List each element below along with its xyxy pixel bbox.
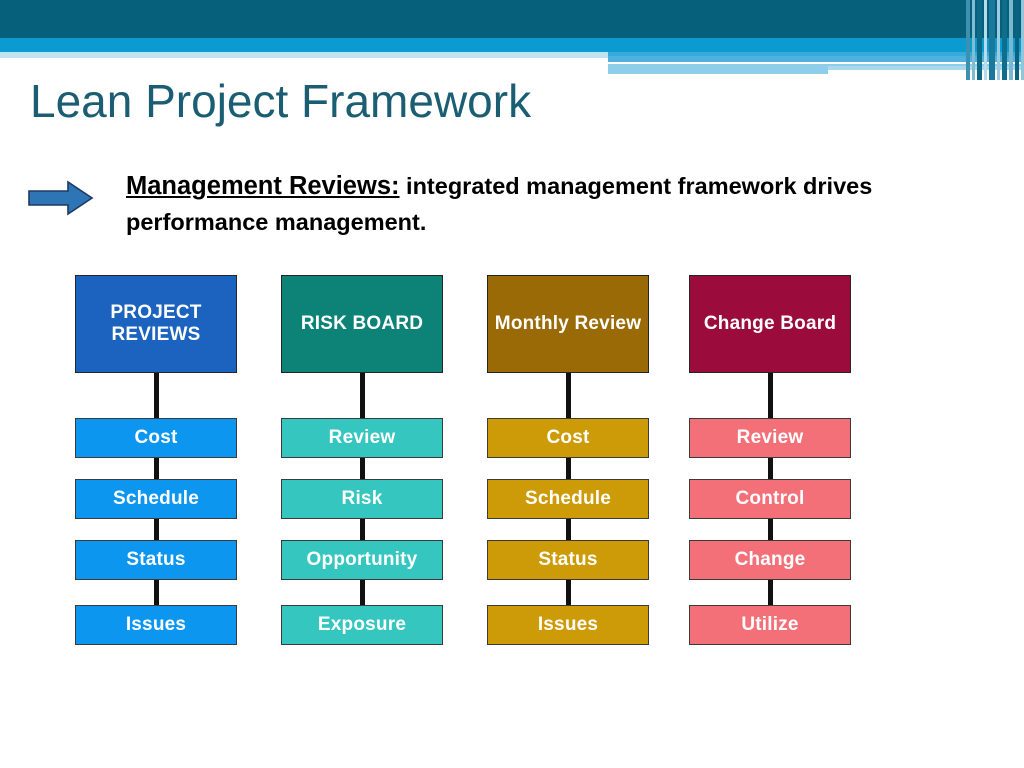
- column-item-box[interactable]: Utilize: [689, 605, 851, 645]
- column-item-label: Status: [126, 549, 186, 570]
- column-header-box[interactable]: Change Board: [689, 275, 851, 373]
- column-item-box[interactable]: Exposure: [281, 605, 443, 645]
- column-item-label: Review: [328, 427, 396, 448]
- column-item-box[interactable]: Schedule: [75, 479, 237, 519]
- column-item-label: Schedule: [112, 488, 200, 509]
- column-item-box[interactable]: Cost: [75, 418, 237, 458]
- column-item-label: Status: [538, 549, 598, 570]
- column-item-label: Control: [735, 488, 805, 509]
- column-item-box[interactable]: Issues: [75, 605, 237, 645]
- column-header-box[interactable]: Monthly Review: [487, 275, 649, 373]
- column-item-label: Cost: [546, 427, 590, 448]
- column-item-label: Opportunity: [306, 549, 418, 570]
- column-header-label: PROJECT REVIEWS: [110, 301, 202, 345]
- column-header-label: Change Board: [703, 312, 837, 334]
- column-item-box[interactable]: Review: [281, 418, 443, 458]
- column-header-label: RISK BOARD: [300, 312, 424, 334]
- column-item-label: Issues: [537, 614, 599, 635]
- column-item-label: Schedule: [524, 488, 612, 509]
- column-item-label: Exposure: [317, 614, 407, 635]
- column-item-box[interactable]: Control: [689, 479, 851, 519]
- column-header-box[interactable]: PROJECT REVIEWS: [75, 275, 237, 373]
- framework-diagram: PROJECT REVIEWS Cost Schedule Status Issues R…: [0, 0, 1024, 768]
- column-header-box[interactable]: RISK BOARD: [281, 275, 443, 373]
- column-header-label: Monthly Review: [494, 312, 642, 334]
- column-item-label: Review: [736, 427, 804, 448]
- column-item-label: Issues: [125, 614, 187, 635]
- column-item-box[interactable]: Cost: [487, 418, 649, 458]
- column-item-box[interactable]: Schedule: [487, 479, 649, 519]
- column-item-box[interactable]: Review: [689, 418, 851, 458]
- column-item-label: Utilize: [741, 614, 799, 635]
- column-item-box[interactable]: Status: [487, 540, 649, 580]
- column-item-box[interactable]: Status: [75, 540, 237, 580]
- column-item-box[interactable]: Change: [689, 540, 851, 580]
- column-item-box[interactable]: Issues: [487, 605, 649, 645]
- column-item-box[interactable]: Risk: [281, 479, 443, 519]
- column-item-label: Cost: [134, 427, 178, 448]
- column-item-label: Change: [734, 549, 806, 570]
- column-item-label: Risk: [341, 488, 383, 509]
- column-item-box[interactable]: Opportunity: [281, 540, 443, 580]
